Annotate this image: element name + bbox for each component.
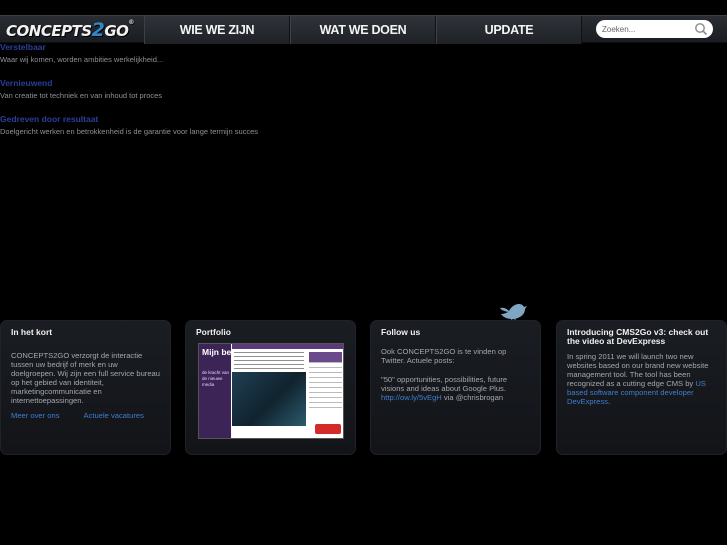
tweet-link[interactable]: http://ow.ly/5vEgH (381, 393, 442, 402)
logo-trademark: ® (128, 19, 134, 26)
box-text: In spring 2011 we will launch two new we… (567, 352, 716, 406)
search-box (596, 20, 713, 38)
cms-text-end: . (607, 397, 611, 406)
intro-item: Gedreven door resultaat Doelgericht werk… (0, 114, 300, 136)
thumb-photo (232, 372, 306, 426)
intro-title-vernieuwend[interactable]: Vernieuwend (0, 78, 300, 89)
box-title: In het kort (11, 327, 53, 337)
intro-title-verstelbaar[interactable]: Verstelbaar (0, 42, 300, 53)
intro-item: Vernieuwend Van creatie tot techniek en … (0, 78, 300, 100)
nav-wat-we-doen[interactable]: WAT WE DOEN (290, 16, 436, 44)
thumb-subtitle: de kracht van de nieuwe media (202, 370, 230, 387)
search-icon[interactable] (694, 22, 708, 36)
actuele-vacatures-link[interactable]: Actuele vacatures (84, 411, 144, 420)
intro-title-gedreven[interactable]: Gedreven door resultaat (0, 114, 300, 125)
logo-text: CONCEPTS (6, 22, 92, 40)
logo-go: GO (104, 22, 129, 40)
tweet-text: "50" opportunities, possibilities, futur… (381, 375, 530, 402)
box-cms2go: Introducing CMS2Go v3: check out the vid… (556, 320, 727, 455)
cms-text: In spring 2011 we will launch two new we… (567, 352, 709, 388)
intro-text: Van creatie tot techniek en van inhoud t… (0, 91, 163, 100)
intro-text: Doelgericht werken en betrokkenheid is d… (0, 127, 259, 136)
top-navigation-bar: CONCEPTS2GO® WIE WE ZIJN WAT WE DOEN UPD… (0, 15, 727, 44)
main-nav: WIE WE ZIJN WAT WE DOEN UPDATE (144, 16, 582, 44)
tweet-via: via @chrisbrogan (441, 393, 504, 402)
box-follow-us: Follow us Ook CONCEPTS2GO is te vinden o… (370, 320, 541, 455)
concepts2go-logo[interactable]: CONCEPTS2GO® (6, 18, 138, 42)
logo-two: 2 (91, 19, 105, 41)
box-in-het-kort: In het kort CONCEPTS2GO verzorgt de inte… (0, 320, 171, 455)
box-text: Ook CONCEPTS2GO is te vinden op Twitter.… (381, 347, 507, 365)
box-portfolio: Portfolio Mijn bedrijf 2.0 de kracht van… (185, 320, 356, 455)
tweet-body: "50" opportunities, possibilities, futur… (381, 375, 508, 393)
box-text: CONCEPTS2GO verzorgt de interactie tusse… (11, 351, 161, 405)
twitter-bird-icon (500, 304, 527, 322)
meer-over-ons-link[interactable]: Meer over ons (11, 411, 60, 420)
nav-update[interactable]: UPDATE (436, 16, 582, 44)
search-input[interactable] (602, 24, 694, 34)
box-title: Portfolio (196, 327, 231, 337)
intro-item: Verstelbaar Waar wij komen, worden ambit… (0, 42, 300, 64)
box-title[interactable]: Introducing CMS2Go v3: check out the vid… (567, 328, 716, 346)
nav-wie-we-zijn[interactable]: WIE WE ZIJN (144, 16, 290, 44)
portfolio-thumbnail[interactable]: Mijn bedrijf 2.0 de kracht van de nieuwe… (198, 343, 344, 439)
intro-text: Waar wij komen, worden ambities werkelij… (0, 55, 164, 64)
intro-list: Verstelbaar Waar wij komen, worden ambit… (0, 41, 300, 150)
box-title: Follow us (381, 327, 421, 337)
box-links: Meer over ons Actuele vacatures (11, 411, 160, 420)
